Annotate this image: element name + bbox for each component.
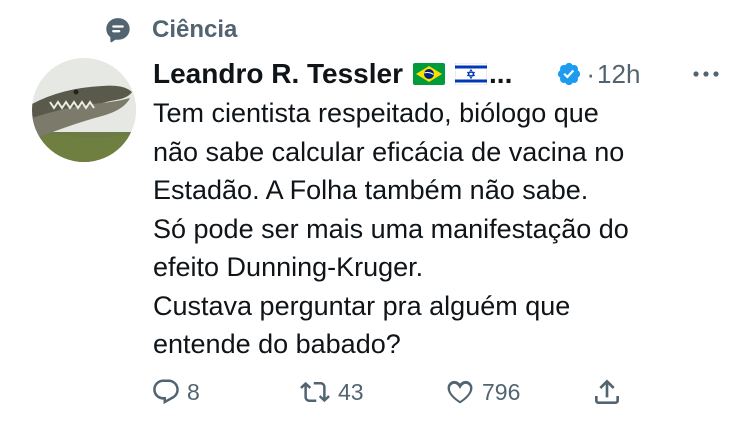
alligator-avatar-image (32, 58, 136, 162)
topic-label: Ciência (152, 16, 238, 43)
tweet-header: Leandro R. Tessler ... · 12h (153, 54, 722, 94)
tweet-text-line: efeito Dunning-Kruger. (153, 252, 424, 282)
like-button[interactable]: 796 (444, 374, 520, 410)
share-button[interactable] (591, 374, 623, 410)
like-count: 796 (482, 378, 521, 405)
retweet-button[interactable]: 43 (298, 374, 364, 410)
israel-flag-icon (455, 63, 488, 85)
share-icon (595, 379, 619, 404)
brazil-flag-icon (413, 63, 446, 85)
social-context[interactable]: Ciência (104, 12, 237, 48)
avatar[interactable] (32, 58, 136, 162)
tweet-text-line: Estadão. A Folha também não sabe. (153, 175, 589, 205)
reply-icon (153, 379, 179, 405)
tweet-text-line: Tem cientista respeitado, biólogo que (153, 98, 599, 128)
more-options-icon[interactable] (690, 64, 722, 84)
name-overflow-ellipsis: ... (489, 58, 513, 89)
tweet-actions: 8 43 796 (151, 374, 631, 410)
tweet-text: Tem cientista respeitado, biólogo que nã… (153, 94, 723, 364)
separator-dot: · (586, 58, 596, 89)
reply-button[interactable]: 8 (151, 374, 200, 410)
author-name[interactable]: Leandro R. Tessler (153, 58, 403, 90)
retweet-count: 43 (338, 378, 364, 405)
timestamp[interactable]: 12h (597, 59, 640, 90)
heart-icon (447, 380, 473, 404)
tweet-text-line: Custava perguntar pra alguém que (153, 290, 571, 321)
reply-count: 8 (187, 378, 200, 405)
tweet-text-line: entende do babado? (153, 329, 401, 359)
topic-icon (106, 18, 130, 43)
retweet-icon (300, 381, 330, 403)
tweet-text-line: não sabe calcular eficácia de vacina no (153, 136, 625, 167)
tweet-text-line: Só pode ser mais uma manifestação do (153, 213, 629, 244)
verified-badge-icon (558, 62, 581, 86)
